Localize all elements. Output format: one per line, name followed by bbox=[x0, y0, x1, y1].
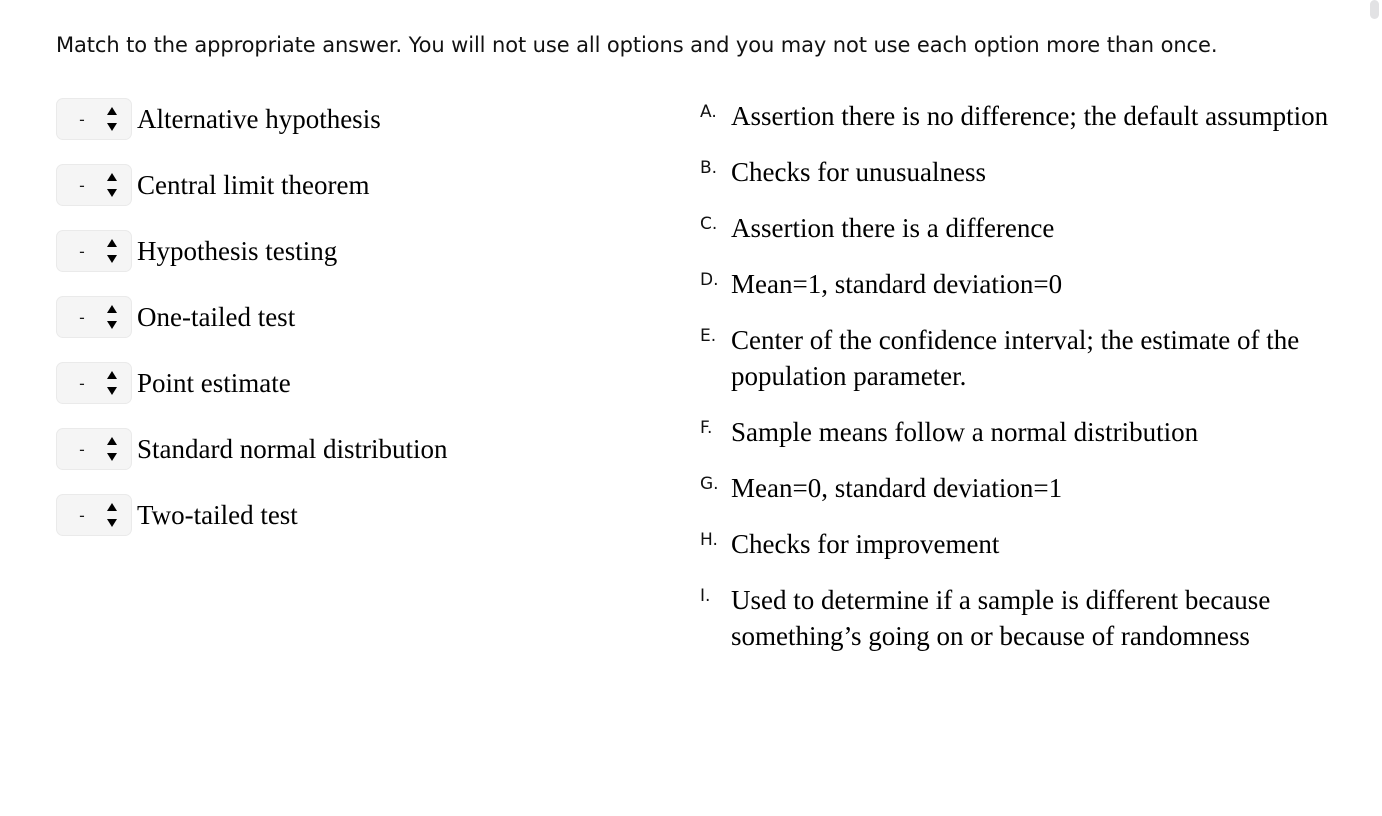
select-value: - bbox=[79, 110, 85, 129]
scrollbar-thumb[interactable] bbox=[1370, 0, 1379, 19]
match-row: - Point estimate bbox=[56, 362, 676, 404]
answer-select-central-limit-theorem[interactable]: - bbox=[56, 164, 132, 206]
select-value: - bbox=[79, 242, 85, 261]
answer-option-d: D. Mean=1, standard deviation=0 bbox=[700, 266, 1340, 302]
match-term-label: One-tailed test bbox=[137, 302, 296, 332]
updown-spinner-icon bbox=[107, 305, 118, 329]
vertical-scrollbar[interactable] bbox=[1368, 0, 1382, 816]
answer-option-a: A. Assertion there is no difference; the… bbox=[700, 98, 1340, 134]
select-value: - bbox=[79, 440, 85, 459]
match-terms-column: - Alternative hypothesis - Central limit… bbox=[56, 98, 676, 560]
match-term-label: Hypothesis testing bbox=[137, 236, 338, 266]
option-letter: I. bbox=[700, 586, 711, 606]
match-term-label: Two-tailed test bbox=[137, 500, 298, 530]
match-row: - Alternative hypothesis bbox=[56, 98, 676, 140]
select-value: - bbox=[79, 308, 85, 327]
match-row: - Central limit theorem bbox=[56, 164, 676, 206]
match-term-label: Point estimate bbox=[137, 368, 291, 398]
answer-select-two-tailed-test[interactable]: - bbox=[56, 494, 132, 536]
option-letter: D. bbox=[700, 270, 719, 290]
updown-spinner-icon bbox=[107, 239, 118, 263]
match-term-label: Standard normal distribution bbox=[137, 434, 448, 464]
option-letter: B. bbox=[700, 158, 718, 178]
option-text: Checks for unusualness bbox=[731, 157, 986, 187]
option-text: Center of the confidence interval; the e… bbox=[731, 325, 1300, 391]
select-value: - bbox=[79, 374, 85, 393]
updown-spinner-icon bbox=[107, 503, 118, 527]
match-term-label: Alternative hypothesis bbox=[137, 104, 381, 134]
updown-spinner-icon bbox=[107, 437, 118, 461]
option-letter: C. bbox=[700, 214, 718, 234]
answer-option-f: F. Sample means follow a normal distribu… bbox=[700, 414, 1340, 450]
updown-spinner-icon bbox=[107, 107, 118, 131]
answer-option-c: C. Assertion there is a difference bbox=[700, 210, 1340, 246]
updown-spinner-icon bbox=[107, 371, 118, 395]
answer-option-h: H. Checks for improvement bbox=[700, 526, 1340, 562]
option-letter: E. bbox=[700, 326, 717, 346]
answer-select-hypothesis-testing[interactable]: - bbox=[56, 230, 132, 272]
question-prompt: Match to the appropriate answer. You wil… bbox=[56, 33, 1218, 57]
option-text: Sample means follow a normal distributio… bbox=[731, 417, 1199, 447]
match-row: - One-tailed test bbox=[56, 296, 676, 338]
option-text: Assertion there is a difference bbox=[731, 213, 1055, 243]
answer-select-standard-normal-distribution[interactable]: - bbox=[56, 428, 132, 470]
option-letter: A. bbox=[700, 102, 717, 122]
option-text: Assertion there is no difference; the de… bbox=[731, 101, 1329, 131]
option-text: Mean=1, standard deviation=0 bbox=[731, 269, 1063, 299]
updown-spinner-icon bbox=[107, 173, 118, 197]
answer-option-g: G. Mean=0, standard deviation=1 bbox=[700, 470, 1340, 506]
option-text: Checks for improvement bbox=[731, 529, 1000, 559]
option-text: Mean=0, standard deviation=1 bbox=[731, 473, 1063, 503]
answer-options-column: A. Assertion there is no difference; the… bbox=[700, 98, 1340, 674]
answer-option-e: E. Center of the confidence interval; th… bbox=[700, 322, 1340, 394]
option-text: Used to determine if a sample is differe… bbox=[731, 585, 1271, 651]
match-term-label: Central limit theorem bbox=[137, 170, 370, 200]
select-value: - bbox=[79, 506, 85, 525]
option-letter: F. bbox=[700, 418, 713, 438]
answer-select-alternative-hypothesis[interactable]: - bbox=[56, 98, 132, 140]
answer-option-i: I. Used to determine if a sample is diff… bbox=[700, 582, 1340, 654]
answer-option-b: B. Checks for unusualness bbox=[700, 154, 1340, 190]
option-letter: G. bbox=[700, 474, 719, 494]
answer-select-one-tailed-test[interactable]: - bbox=[56, 296, 132, 338]
option-letter: H. bbox=[700, 530, 718, 550]
match-row: - Two-tailed test bbox=[56, 494, 676, 536]
match-row: - Standard normal distribution bbox=[56, 428, 676, 470]
match-row: - Hypothesis testing bbox=[56, 230, 676, 272]
answer-select-point-estimate[interactable]: - bbox=[56, 362, 132, 404]
select-value: - bbox=[79, 176, 85, 195]
